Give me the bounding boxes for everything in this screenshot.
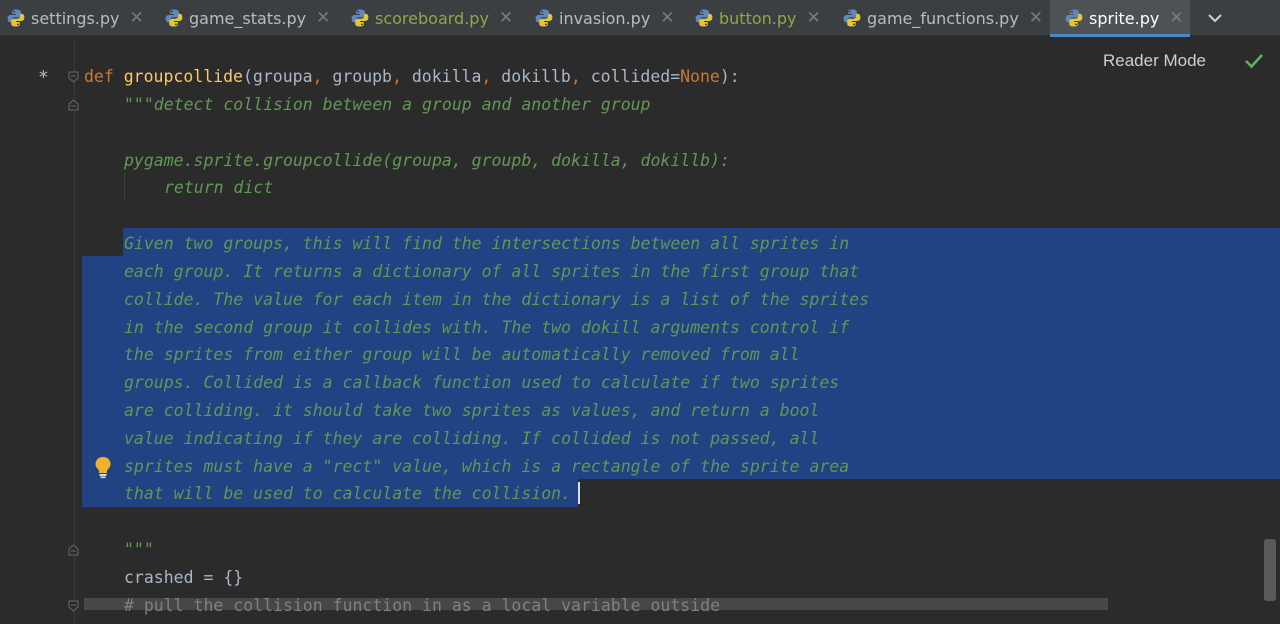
tab-settings-py[interactable]: settings.py ✕: [6, 0, 144, 36]
docstring-line: collide. The value for each item in the …: [124, 290, 870, 309]
vertical-scrollbar-thumb[interactable]: [1264, 539, 1276, 601]
tab-close-icon[interactable]: ✕: [1029, 8, 1043, 28]
chevron-down-icon: [1208, 14, 1222, 23]
tab-sprite-py[interactable]: sprite.py ✕: [1050, 0, 1190, 37]
docstring-line: each group. It returns a dictionary of a…: [124, 262, 860, 281]
keyword-def: def: [84, 67, 114, 86]
keyword-none: None: [680, 67, 720, 86]
tab-label: settings.py: [31, 8, 120, 28]
tab-game-functions-py[interactable]: game_functions.py ✕: [842, 0, 1043, 36]
tab-close-icon[interactable]: ✕: [1169, 8, 1183, 28]
param: collided=: [590, 67, 681, 86]
python-file-icon: [7, 9, 25, 27]
docstring-line: that will be used to calculate the colli…: [124, 484, 572, 503]
fold-icon[interactable]: [68, 544, 79, 556]
param: dokillb: [501, 67, 571, 86]
editor-tab-bar: settings.py ✕ game_stats.py ✕ scoreboard…: [0, 0, 1280, 37]
param: groupb: [332, 67, 392, 86]
docstring-line: Given two groups, this will find the int…: [124, 234, 850, 253]
reader-mode-button[interactable]: Reader Mode: [1103, 51, 1206, 71]
comma: ,: [570, 67, 581, 86]
docstring-close: """: [124, 540, 154, 559]
tab-close-icon[interactable]: ✕: [499, 8, 513, 28]
check-icon[interactable]: [1244, 52, 1264, 70]
python-file-icon: [1065, 9, 1083, 27]
lightbulb-icon[interactable]: [93, 455, 113, 479]
docstring-line: value indicating if they are colliding. …: [124, 429, 820, 448]
tab-close-icon[interactable]: ✕: [806, 8, 820, 28]
comma: ,: [481, 67, 492, 86]
python-file-icon: [535, 9, 553, 27]
python-file-icon: [695, 9, 713, 27]
code-editor[interactable]: * def groupcollide(groupa, groupb, dokil…: [0, 37, 1280, 624]
paren: ):: [719, 67, 740, 86]
docstring-line: sprites must have a "rect" value, which …: [124, 457, 850, 476]
function-name: groupcollide: [123, 67, 243, 86]
tab-close-icon[interactable]: ✕: [660, 8, 674, 28]
fold-icon[interactable]: [68, 600, 79, 612]
tab-close-icon[interactable]: ✕: [130, 8, 144, 28]
docstring-line: """detect collision between a group and …: [124, 95, 651, 114]
modified-marker: *: [38, 67, 49, 88]
param: groupa: [252, 67, 313, 86]
tab-label: game_functions.py: [867, 8, 1019, 28]
code-line-def: def groupcollide(groupa, groupb, dokilla…: [84, 63, 740, 91]
tabs-dropdown-button[interactable]: [1194, 0, 1236, 36]
python-file-icon: [843, 9, 861, 27]
docstring-line: are colliding. it should take two sprite…: [124, 401, 820, 420]
docstring-line: return dict: [164, 178, 274, 197]
tab-invasion-py[interactable]: invasion.py ✕: [534, 0, 675, 36]
docstring-line: groups. Collided is a callback function …: [124, 373, 840, 392]
comma: ,: [392, 67, 402, 86]
docstring-line: in the second group it collides with. Th…: [124, 318, 850, 337]
python-file-icon: [165, 9, 183, 27]
tab-close-icon[interactable]: ✕: [316, 8, 330, 28]
gutter-divider: [74, 37, 75, 624]
fold-icon[interactable]: [68, 99, 79, 111]
tab-game-stats-py[interactable]: game_stats.py ✕: [164, 0, 330, 36]
tab-label: invasion.py: [559, 8, 651, 28]
docstring-line: the sprites from either group will be au…: [124, 345, 800, 364]
fold-icon[interactable]: [68, 71, 79, 83]
code-comment: # pull the collision function in as a lo…: [124, 596, 721, 615]
tab-button-py[interactable]: button.py ✕: [694, 0, 821, 36]
tab-label: game_stats.py: [189, 8, 307, 28]
docstring-line: pygame.sprite.groupcollide(groupa, group…: [124, 151, 730, 170]
comma: ,: [312, 67, 323, 86]
tab-label: scoreboard.py: [375, 8, 489, 28]
python-file-icon: [351, 9, 369, 27]
indent-guide: [124, 173, 125, 199]
param: dokilla: [411, 67, 482, 86]
text-caret: [578, 482, 580, 504]
code-line-crashed: crashed = {}: [124, 568, 244, 587]
paren: (: [242, 67, 253, 86]
tab-label: button.py: [719, 8, 797, 28]
tab-label: sprite.py: [1089, 8, 1160, 28]
tab-scoreboard-py[interactable]: scoreboard.py ✕: [350, 0, 513, 36]
